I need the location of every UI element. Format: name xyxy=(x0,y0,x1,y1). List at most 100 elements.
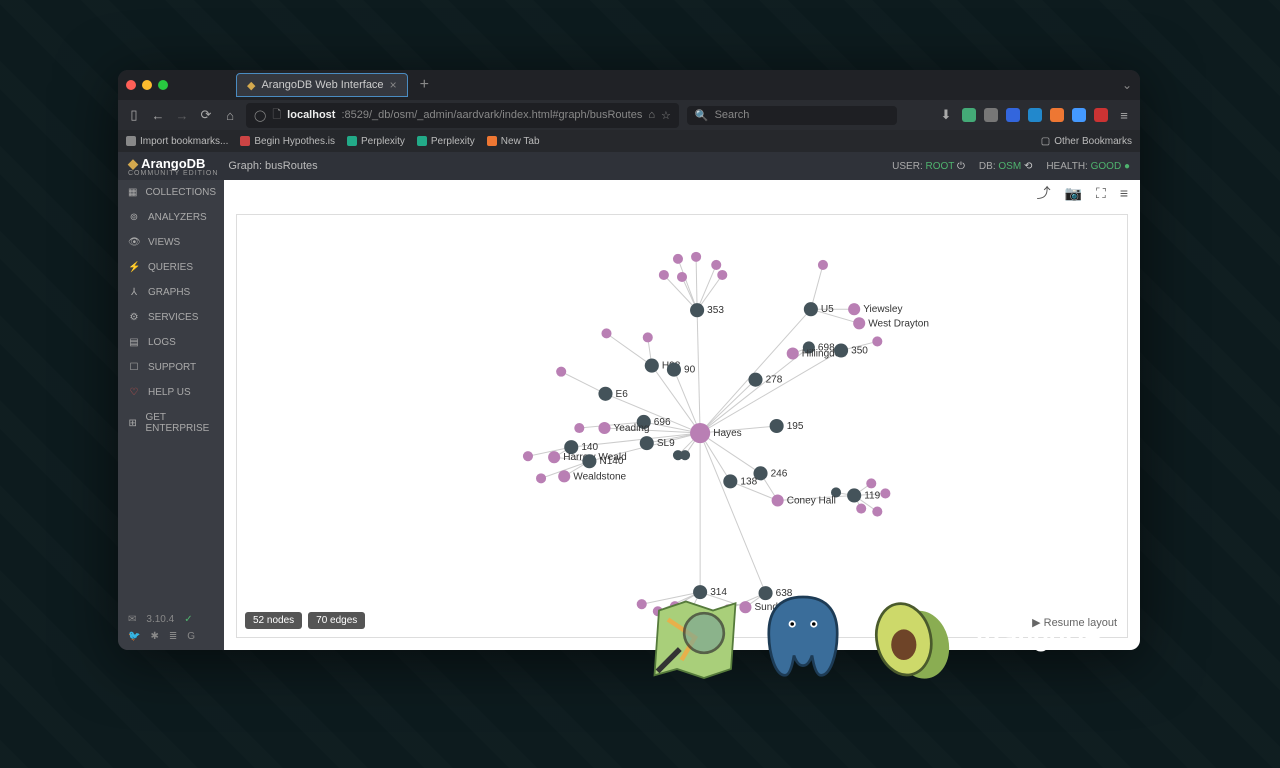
menu-icon[interactable]: ≡ xyxy=(1120,185,1128,201)
share-icon[interactable]: ⤴ xyxy=(1037,183,1051,203)
bookmark-item[interactable]: Import bookmarks... xyxy=(126,136,228,147)
graph-node[interactable] xyxy=(691,252,701,262)
sidebar-item-support[interactable]: ☐SUPPORT xyxy=(118,355,224,380)
ext-icon-6[interactable] xyxy=(1072,108,1086,122)
sidebar-item-logs[interactable]: ▤LOGS xyxy=(118,330,224,355)
bookmark-item[interactable]: Begin Hypothes.is xyxy=(240,136,335,147)
graph-node[interactable] xyxy=(659,270,669,280)
graph-node[interactable] xyxy=(536,473,546,483)
graph-node[interactable] xyxy=(556,367,566,377)
address-bar[interactable]: ◯ 🗋 localhost:8529/_db/osm/_admin/aardva… xyxy=(246,103,679,128)
twitter-icon[interactable]: 🐦 xyxy=(128,631,140,642)
ext-icon-4[interactable] xyxy=(1028,108,1042,122)
graph-node[interactable] xyxy=(853,317,865,329)
bookmark-item[interactable]: New Tab xyxy=(487,136,540,147)
status-db[interactable]: OSM xyxy=(998,161,1021,172)
slack-icon[interactable]: ✱ xyxy=(150,631,158,642)
ext-icon-7[interactable] xyxy=(1094,108,1108,122)
nav-forward-icon[interactable]: → xyxy=(174,108,190,123)
graph-node[interactable] xyxy=(582,454,596,468)
graph-node[interactable] xyxy=(673,254,683,264)
graph-node[interactable] xyxy=(643,332,653,342)
graph-node[interactable] xyxy=(847,488,861,502)
graph-node[interactable] xyxy=(866,478,876,488)
overflow-menu-icon[interactable]: ≡ xyxy=(1116,108,1132,123)
google-icon[interactable]: G xyxy=(187,631,195,642)
app-header: ◆ ArangoDB COMMUNITY EDITION Graph: busR… xyxy=(118,152,1140,180)
browser-search[interactable]: 🔍 Search xyxy=(687,106,897,125)
home-icon[interactable]: ⌂ xyxy=(222,108,238,123)
graph-node[interactable] xyxy=(574,423,584,433)
refresh-icon[interactable]: ⟲ xyxy=(1024,161,1032,172)
close-window-icon[interactable] xyxy=(126,80,136,90)
graph-node[interactable] xyxy=(818,260,828,270)
graph-node[interactable] xyxy=(523,451,533,461)
minimize-window-icon[interactable] xyxy=(142,80,152,90)
graph-node[interactable] xyxy=(601,328,611,338)
app-logo[interactable]: ◆ ArangoDB COMMUNITY EDITION xyxy=(128,156,218,177)
download-icon[interactable]: ⬇ xyxy=(938,107,954,123)
bookmark-item[interactable]: Perplexity xyxy=(417,136,475,147)
bookmark-star-icon[interactable]: ☆ xyxy=(661,109,671,122)
sidebar-item-graphs[interactable]: ⅄GRAPHS xyxy=(118,280,224,305)
graph-node[interactable] xyxy=(872,507,882,517)
window-controls[interactable] xyxy=(126,80,168,90)
graph-node[interactable] xyxy=(637,599,647,609)
sidebar-item-analyzers[interactable]: ⊚ANALYZERS xyxy=(118,205,224,230)
new-tab-button[interactable]: + xyxy=(416,76,433,94)
graph-canvas[interactable]: Hayes353U5YiewsleyWest Drayton698Hilling… xyxy=(236,214,1128,638)
graph-node[interactable] xyxy=(748,373,762,387)
graph-node[interactable] xyxy=(804,302,818,316)
sidebar-item-get-enterprise[interactable]: ⊞GET ENTERPRISE xyxy=(118,405,224,441)
sidebar-item-services[interactable]: ⚙SERVICES xyxy=(118,305,224,330)
other-bookmarks[interactable]: ▢ Other Bookmarks xyxy=(1041,136,1132,147)
ext-icon-2[interactable] xyxy=(984,108,998,122)
graph-node[interactable] xyxy=(872,336,882,346)
install-icon[interactable]: ⌂ xyxy=(648,109,655,121)
tab-overflow-icon[interactable]: ⌄ xyxy=(1122,78,1132,92)
fullscreen-icon[interactable]: ⛶ xyxy=(1096,185,1106,202)
graph-node[interactable] xyxy=(640,436,654,450)
ext-icon-1[interactable] xyxy=(962,108,976,122)
ext-icon-5[interactable] xyxy=(1050,108,1064,122)
mail-icon[interactable]: ✉ xyxy=(128,614,136,625)
camera-icon[interactable]: 📷 xyxy=(1065,185,1082,202)
graph-node[interactable] xyxy=(848,303,860,315)
graph-node[interactable] xyxy=(770,419,784,433)
graph-node[interactable] xyxy=(548,451,560,463)
shield-icon[interactable]: ◯ xyxy=(254,109,266,122)
graph-node[interactable] xyxy=(667,363,681,377)
ext-icon-3[interactable] xyxy=(1006,108,1020,122)
nav-back-icon[interactable]: ← xyxy=(150,108,166,123)
sidebar-toggle-icon[interactable]: ▯ xyxy=(126,107,142,123)
bookmark-item[interactable]: Perplexity xyxy=(347,136,405,147)
graph-node[interactable] xyxy=(690,423,710,443)
graph-node[interactable] xyxy=(677,272,687,282)
stackoverflow-icon[interactable]: ≣ xyxy=(169,631,177,642)
maximize-window-icon[interactable] xyxy=(158,80,168,90)
browser-tab[interactable]: ◆ ArangoDB Web Interface × xyxy=(236,73,408,97)
status-user[interactable]: ROOT xyxy=(926,161,955,172)
graph-node[interactable] xyxy=(711,260,721,270)
close-tab-icon[interactable]: × xyxy=(390,78,397,92)
graph-node[interactable] xyxy=(598,387,612,401)
graph-node[interactable] xyxy=(558,470,570,482)
sidebar-item-queries[interactable]: ⚡QUERIES xyxy=(118,255,224,280)
graph-node[interactable] xyxy=(598,422,610,434)
reload-icon[interactable]: ⟳ xyxy=(198,107,214,123)
graph-node[interactable] xyxy=(856,504,866,514)
graph-node[interactable] xyxy=(680,450,690,460)
graph-node[interactable] xyxy=(834,343,848,357)
power-icon[interactable]: ⏻ xyxy=(957,161,965,172)
graph-node[interactable] xyxy=(787,347,799,359)
graph-node[interactable] xyxy=(717,270,727,280)
graph-node[interactable] xyxy=(880,488,890,498)
sidebar-item-views[interactable]: 👁VIEWS xyxy=(118,230,224,255)
lock-icon[interactable]: 🗋 xyxy=(272,106,281,125)
graph-node[interactable] xyxy=(772,494,784,506)
graph-node[interactable] xyxy=(723,474,737,488)
graph-node[interactable] xyxy=(690,303,704,317)
sidebar-item-help-us[interactable]: ♡HELP US xyxy=(118,380,224,405)
sidebar-item-collections[interactable]: ▦COLLECTIONS xyxy=(118,180,224,205)
graph-node[interactable] xyxy=(645,359,659,373)
